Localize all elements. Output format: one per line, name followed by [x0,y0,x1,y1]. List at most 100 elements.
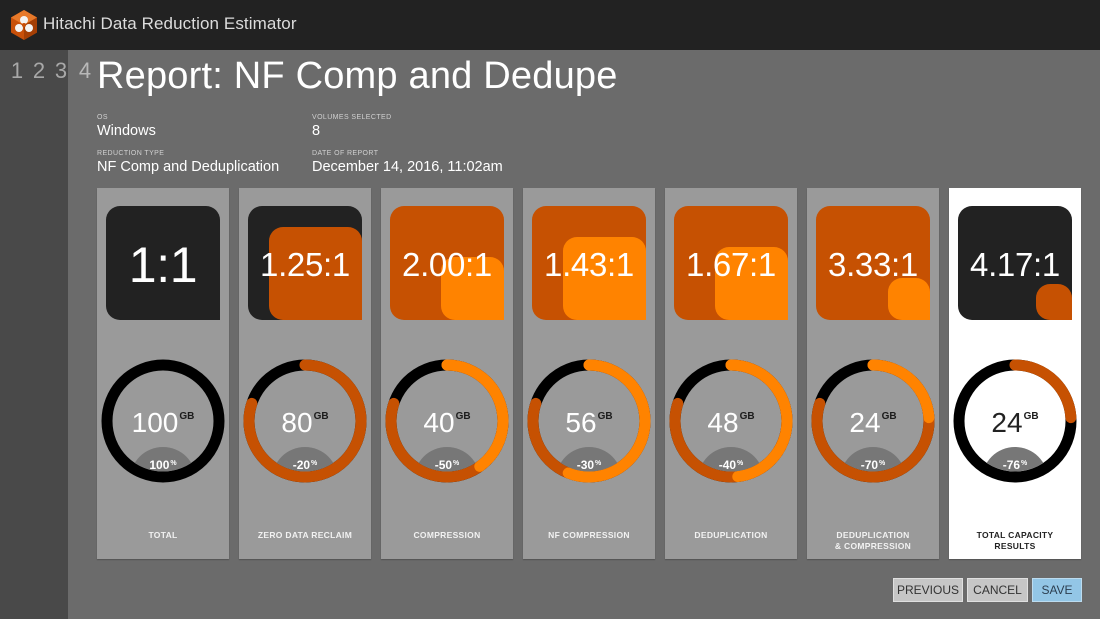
card-label-line: NF COMPRESSION [548,530,630,540]
step-sidebar [0,50,68,619]
volumes-field: VOLUMES SELECTED 8 [312,113,392,140]
card-label-line: TOTAL [148,530,178,540]
capacity-unit: GB [1023,411,1039,422]
percent-unit: % [453,460,460,467]
percent-change: -50% [381,457,513,472]
app-logo-icon [11,10,37,40]
card-zero-data-reclaim: 1.25:1 80GB -20% ZERO DATA RECLAIM [239,188,371,559]
capacity-value: 24GB [949,400,1081,440]
capacity-value: 100GB [97,400,229,440]
reduction-ratio: 1.43:1 [544,246,634,283]
percent-change: 100% [97,457,229,472]
capacity-number: 48 [707,407,739,438]
reduction-type-label: REDUCTION TYPE [97,150,165,157]
card-label-line: & COMPRESSION [834,541,912,551]
card-label-line: ZERO DATA RECLAIM [257,530,353,540]
app-title: Hitachi Data Reduction Estimator [43,14,297,33]
reduction-type-field: REDUCTION TYPE NF Comp and Deduplication [97,149,279,176]
card-label: DEDUPLICATION & COMPRESSION [807,530,939,552]
capacity-number: 40 [423,407,455,438]
capacity-value: 40GB [381,400,513,440]
capacity-number: 100 [131,407,179,438]
reduction-ratio: 1.25:1 [260,246,350,283]
card-compression: 2.00:1 40GB -50% COMPRESSION [381,188,513,559]
os-field: OS Windows [97,113,156,140]
step-3[interactable]: 3 [50,58,72,84]
card-total: 1:1 100GB 100% TOTAL [97,188,229,559]
percent-number: -76 [1002,458,1021,472]
title-bar: Hitachi Data Reduction Estimator [0,0,1100,50]
percent-unit: % [595,460,602,467]
percent-number: -40 [718,458,737,472]
capacity-unit: GB [739,411,755,422]
percent-number: -70 [860,458,879,472]
os-value: Windows [97,123,156,139]
card-label: TOTAL [97,530,229,541]
card-label: TOTAL CAPACITY RESULTS [949,530,1081,552]
save-button[interactable]: SAVE [1032,578,1082,602]
reduction-ratio: 4.17:1 [970,246,1060,283]
step-navigation: 1 2 3 4 [6,58,96,84]
percent-change: -20% [239,457,371,472]
previous-button[interactable]: PREVIOUS [893,578,963,602]
card-label: COMPRESSION [381,530,513,541]
card-label: DEDUPLICATION [665,530,797,541]
card-label-line: DEDUPLICATION [694,530,768,540]
reduction-ratio: 2.00:1 [402,246,492,283]
percent-unit: % [879,460,886,467]
card-label-line: COMPRESSION [413,530,481,540]
percent-change: -76% [949,457,1081,472]
capacity-number: 24 [849,407,881,438]
step-2[interactable]: 2 [28,58,50,84]
percent-number: -50 [434,458,453,472]
percent-unit: % [737,460,744,467]
capacity-value: 80GB [239,400,371,440]
volumes-value: 8 [312,123,321,139]
capacity-number: 56 [565,407,597,438]
os-label: OS [97,114,108,121]
reduction-ratio: 3.33:1 [828,246,918,283]
ratio-tile: 1.67:1 [674,206,788,320]
reduction-ratio: 1.67:1 [686,246,776,283]
capacity-unit: GB [179,411,195,422]
ratio-tile: 1.43:1 [532,206,646,320]
percent-change: -70% [807,457,939,472]
step-4-current[interactable]: 4 [74,58,96,84]
card-label-line: DEDUPLICATION [836,530,910,540]
percent-number: 100 [149,458,170,472]
date-label: DATE OF REPORT [312,150,379,157]
percent-number: -30 [576,458,595,472]
ratio-tile: 3.33:1 [816,206,930,320]
capacity-unit: GB [455,411,471,422]
card-total-capacity-results: 4.17:1 24GB -76% TOTAL CAPACITY RESULTS [949,188,1081,559]
capacity-value: 24GB [807,400,939,440]
card-dedup-compression: 3.33:1 24GB -70% DEDUPLICATION & COMPRESSION [807,188,939,559]
capacity-unit: GB [597,411,613,422]
percent-unit: % [1021,460,1028,467]
card-label: NF COMPRESSION [523,530,655,541]
ratio-tile: 4.17:1 [958,206,1072,320]
ratio-tile: 1.25:1 [248,206,362,320]
card-deduplication: 1.67:1 48GB -40% DEDUPLICATION [665,188,797,559]
capacity-unit: GB [313,411,329,422]
percent-unit: % [311,460,318,467]
date-value: December 14, 2016, 11:02am [312,159,503,175]
ratio-tile: 2.00:1 [390,206,504,320]
card-label: ZERO DATA RECLAIM [239,530,371,541]
cancel-button[interactable]: CANCEL [967,578,1028,602]
card-nf-compression: 1.43:1 56GB -30% NF COMPRESSION [523,188,655,559]
card-label-line: TOTAL CAPACITY [976,530,1054,540]
capacity-number: 80 [281,407,313,438]
percent-change: -40% [665,457,797,472]
step-1[interactable]: 1 [6,58,28,84]
reduction-ratio: 1:1 [128,237,198,293]
capacity-number: 24 [991,407,1023,438]
date-field: DATE OF REPORT December 14, 2016, 11:02a… [312,149,503,176]
card-label-line: RESULTS [994,541,1036,551]
capacity-value: 48GB [665,400,797,440]
percent-change: -30% [523,457,655,472]
page-title: Report: NF Comp and Dedupe [97,55,618,97]
reduction-type-value: NF Comp and Deduplication [97,159,280,175]
volumes-label: VOLUMES SELECTED [312,114,392,121]
ratio-tile: 1:1 [106,206,220,320]
